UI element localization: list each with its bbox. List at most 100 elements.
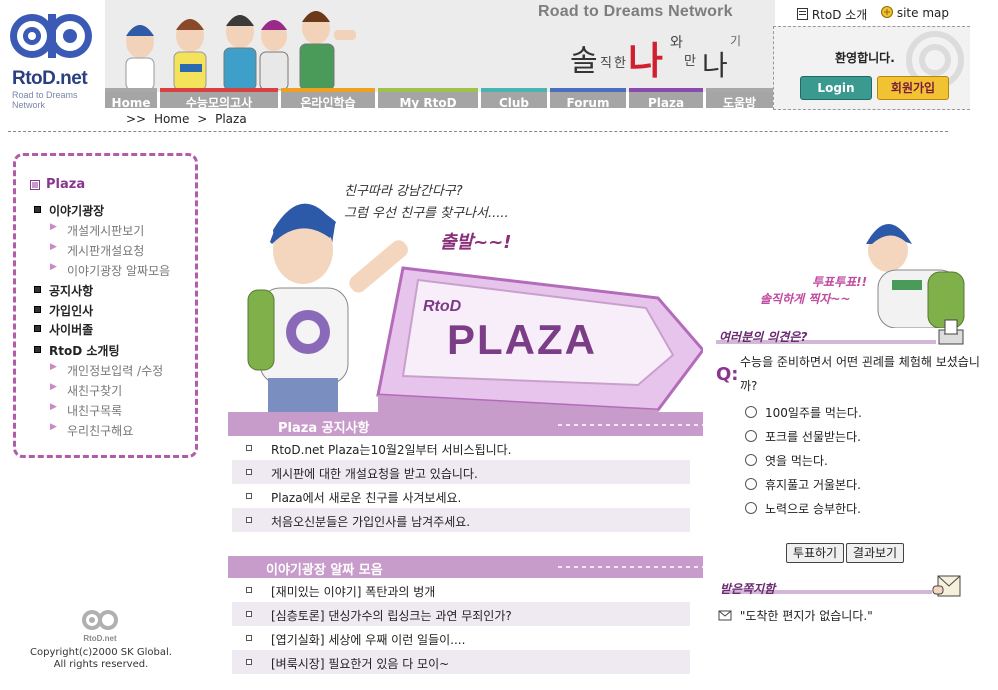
radio-button[interactable] [745,430,757,442]
vote-button[interactable]: 투표하기 [786,543,844,563]
breadcrumb-home[interactable]: Home [154,112,189,126]
sidebar-item-blind-date[interactable]: RtoD 소개팅 [33,342,119,359]
list-item[interactable]: RtoD.net Plaza는10월2일부터 서비스됩니다. [232,436,690,460]
sidebar-subitem-friend-list[interactable]: 내친구목록 [50,402,122,419]
list-item[interactable]: [재미있는 이야기] 폭탄과의 벙개 [232,578,690,602]
nav-mock-exam[interactable]: 수능모의고사 [160,88,278,110]
slogan-char: 나 [628,38,663,83]
list-item[interactable]: Plaza에서 새로운 친구를 사겨보세요. [232,484,690,508]
sidebar-item-story-plaza[interactable]: 이야기광장 [33,202,104,219]
notice-item-text[interactable]: 처음오신분들은 가입인사를 남겨주세요. [271,513,470,530]
poll-option[interactable]: 노력으로 승부한다. [745,500,861,517]
poll-option[interactable]: 100일주를 먹는다. [745,404,862,421]
copyright: Copyright(c)2000 SK Global. All rights r… [26,647,176,671]
radio-button[interactable] [745,406,757,418]
nav-online-learning[interactable]: 온라인학습 [281,88,375,110]
letters-message-text: "도착한 편지가 없습니다." [739,609,873,623]
slogan-char: 만 [684,54,696,69]
poll-tagline2: 솔직하게 찍자~~ [760,292,851,306]
notice-item-text[interactable]: Plaza에서 새로운 친구를 사겨보세요. [271,489,461,506]
slogan-char: 솔 [570,44,598,79]
poll-option-label: 100일주를 먹는다. [765,406,862,420]
plaza-hero-illustration [228,203,703,420]
sidebar-item-cyber-graduation[interactable]: 사이버졸 [33,321,93,338]
hero-caption-line1: 친구따라 강남간다구? [344,184,463,199]
list-item[interactable]: 게시판에 대한 개설요청을 받고 있습니다. [232,460,690,484]
letters-heading: 받은쪽지함 [720,582,776,596]
nav-plaza[interactable]: Plaza [629,88,703,110]
sidebar-item-greetings[interactable]: 가입인사 [33,302,93,319]
best-item-text[interactable]: [벼룩시장] 필요한거 있음 다 모이~ [271,655,449,672]
document-icon [797,8,808,20]
bullet-icon [246,493,252,499]
sidebar-title: Plaza [46,177,86,192]
nav-home[interactable]: Home [105,88,157,110]
bullet-icon [246,587,252,593]
banner-characters-image [125,11,356,90]
welcome-text: 환영합니다. [835,51,895,65]
best-item-text[interactable]: [재미있는 이야기] 폭탄과의 벙개 [271,583,435,600]
letters-message: "도착한 편지가 없습니다." [718,607,873,624]
join-button[interactable]: 회원가입 [877,76,949,100]
breadcrumb: >> Home > Plaza [126,112,251,126]
nav-club[interactable]: Club [481,88,547,110]
sidebar-subitem-request-board[interactable]: 게시판개설요청 [50,242,144,259]
menu-icon [30,180,40,190]
site-logo[interactable]: RtoD.net Road to Dreams Network [8,2,104,110]
poll-option[interactable]: 휴지풀고 거울본다. [745,476,861,493]
list-item[interactable]: 처음오신분들은 가입인사를 남겨주세요. [232,508,690,532]
notice-item-text[interactable]: 게시판에 대한 개설요청을 받고 있습니다. [271,465,478,482]
sitemap-link[interactable]: site map [881,6,949,20]
bullet-icon [246,659,252,665]
sidebar-item-notice[interactable]: 공지사항 [33,282,93,299]
results-button[interactable]: 결과보기 [846,543,904,563]
slogan-char: 한 [614,56,626,71]
bullet-icon [246,445,252,451]
notice-section-title: Plaza 공지사항 [278,421,370,436]
best-item-text[interactable]: [심층토론] 댄싱가수의 립싱크는 과연 무죄인가? [271,607,512,624]
radio-button[interactable] [745,454,757,466]
network-title: Road to Dreams Network [538,3,733,20]
about-link[interactable]: RtoD 소개 [797,6,867,23]
divider [8,131,948,132]
poll-option-label: 엿을 먹는다. [765,454,828,468]
sidebar-subitem-view-boards[interactable]: 개설게시판보기 [50,222,144,239]
nav-forum[interactable]: Forum [550,88,626,110]
best-item-text[interactable]: [엽기실화] 세상에 우째 이런 일들이.... [271,631,465,648]
slogan-char: 와 [670,35,683,51]
nav-help[interactable]: 도움방 [706,88,773,110]
list-item[interactable]: [심층토론] 댄싱가수의 립싱크는 과연 무죄인가? [232,602,690,626]
bullet-icon [246,469,252,475]
main-nav: Home 수능모의고사 온라인학습 My RtoD Club Forum Pla… [105,88,773,110]
sidebar-subitem-profile-edit[interactable]: 개인정보입력 /수정 [50,362,163,379]
footer-logo: RtoD.net [82,610,118,643]
about-link-label: RtoD 소개 [811,8,868,22]
poll-option[interactable]: 포크를 선물받는다. [745,428,861,445]
poll-heading: 여러분의 의견은? [719,330,808,344]
list-item[interactable]: [벼룩시장] 필요한거 있음 다 모이~ [232,650,690,674]
sitemap-icon [881,6,893,18]
login-button[interactable]: Login [800,76,872,100]
logo-title: RtoD.net [12,68,88,89]
rights-line: All rights reserved. [53,659,149,670]
breadcrumb-prefix: >> [126,112,147,126]
best-section-title: 이야기광장 알짜 모음 [266,563,383,578]
poll-option[interactable]: 엿을 먹는다. [745,452,828,469]
copyright-line: Copyright(c)2000 SK Global. [30,647,172,658]
radio-button[interactable] [745,478,757,490]
radio-button[interactable] [745,502,757,514]
sidebar-subitem-find-friends[interactable]: 새친구찾기 [50,382,122,399]
nav-my-rtod[interactable]: My RtoD [378,88,478,110]
sitemap-link-label: site map [896,6,949,20]
sidebar-subitem-be-friends[interactable]: 우리친구해요 [50,422,133,439]
bullet-icon [246,635,252,641]
poll-question: 수능을 준비하면서 어떤 괸례를 체험해 보셨습니까? [740,355,980,393]
poll-option-label: 휴지풀고 거울본다. [765,478,861,492]
slogan-char: 기 [730,34,742,48]
poll-option-label: 노력으로 승부한다. [765,502,861,516]
poll-option-label: 포크를 선물받는다. [765,430,861,444]
bullet-icon [246,517,252,523]
list-item[interactable]: [엽기실화] 세상에 우째 이런 일들이.... [232,626,690,650]
notice-item-text[interactable]: RtoD.net Plaza는10월2일부터 서비스됩니다. [271,441,512,458]
sidebar-subitem-best-collection[interactable]: 이야기광장 알짜모음 [50,262,170,279]
